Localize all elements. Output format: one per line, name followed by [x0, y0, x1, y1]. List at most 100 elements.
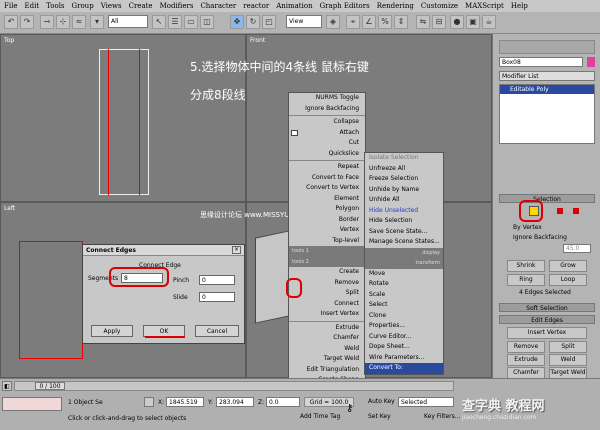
command-panel-tabs[interactable]	[499, 40, 595, 54]
by-angle-input[interactable]: 45.0	[563, 244, 591, 253]
quad-item-repeat[interactable]: Repeat	[289, 162, 365, 173]
modifier-list-select[interactable]: Modifier List	[499, 71, 595, 81]
add-time-tag[interactable]: Add Time Tag	[300, 413, 340, 420]
render-setup-icon[interactable]: ▣	[466, 15, 480, 29]
quad-item-freeze-selection[interactable]: Freeze Selection	[365, 174, 443, 185]
menu-help[interactable]: Help	[511, 2, 528, 10]
polygon-mode-icon[interactable]	[557, 208, 563, 214]
menu-tools[interactable]: Tools	[46, 2, 64, 10]
x-coord-field[interactable]: 1845.519	[166, 397, 204, 407]
grow-button[interactable]: Grow	[549, 260, 587, 272]
move-icon[interactable]: ✥	[230, 15, 244, 29]
time-slider-thumb[interactable]: 0 / 100	[35, 382, 65, 390]
menu-group[interactable]: Group	[72, 2, 94, 10]
quad-item-select[interactable]: Select	[365, 300, 443, 311]
quad-item-unhide-by-name[interactable]: Unhide by Name	[365, 185, 443, 196]
quad-item-connect[interactable]: Connect	[289, 299, 365, 310]
object-color-swatch[interactable]	[587, 57, 595, 67]
quad-item-cut[interactable]: Cut	[289, 138, 365, 149]
quad-item-hide-unselected[interactable]: Hide Unselected	[365, 206, 443, 217]
quad-item-edit-triangulation[interactable]: Edit Triangulation	[289, 365, 365, 376]
menu-reactor[interactable]: reactor	[243, 2, 269, 10]
quad-item-weld[interactable]: Weld	[289, 344, 365, 355]
apply-button[interactable]: Apply	[91, 325, 133, 337]
quad-item-top-level[interactable]: Top-level	[289, 236, 365, 247]
set-key-button[interactable]: Set Key	[368, 413, 391, 420]
key-icon[interactable]: ⚷	[346, 403, 353, 414]
quad-item-element[interactable]: Element	[289, 194, 365, 205]
extrude-button[interactable]: Extrude	[507, 354, 545, 366]
quad-item-isolate-selection[interactable]: Isolate Selection	[365, 153, 443, 164]
snap-icon[interactable]: ⌖	[346, 15, 360, 29]
selection-filter-icon[interactable]: ▾	[90, 15, 104, 29]
quick-render-icon[interactable]: ☕	[482, 15, 496, 29]
slide-input[interactable]: 0	[199, 292, 235, 302]
menu-character[interactable]: Character	[200, 2, 236, 10]
menu-rendering[interactable]: Rendering	[377, 2, 414, 10]
element-mode-icon[interactable]	[573, 208, 579, 214]
close-icon[interactable]: ×	[232, 246, 241, 254]
quad-item-properties[interactable]: Properties...	[365, 321, 443, 332]
z-coord-field[interactable]: 0.0	[266, 397, 300, 407]
menu-animation[interactable]: Animation	[276, 2, 312, 10]
quad-item-wire-parameters[interactable]: Wire Parameters...	[365, 353, 443, 364]
quad-item-dope-sheet[interactable]: Dope Sheet...	[365, 342, 443, 353]
weld-button[interactable]: Weld	[549, 354, 587, 366]
quad-item-convert-to[interactable]: Convert To:	[365, 363, 443, 374]
quad-item-clone[interactable]: Clone	[365, 311, 443, 322]
rotate-icon[interactable]: ↻	[246, 15, 260, 29]
material-editor-icon[interactable]: ●	[450, 15, 464, 29]
quad-item-unhide-all[interactable]: Unhide All	[365, 195, 443, 206]
redo-icon[interactable]: ↷	[20, 15, 34, 29]
object-name-field[interactable]: Box08	[499, 57, 583, 67]
y-coord-field[interactable]: 283.094	[216, 397, 254, 407]
pinch-input[interactable]: 0	[199, 275, 235, 285]
percent-snap-icon[interactable]: %	[378, 15, 392, 29]
insert-vertex-button[interactable]: Insert Vertex	[507, 327, 587, 339]
split-button[interactable]: Split	[549, 341, 587, 353]
loop-button[interactable]: Loop	[549, 274, 587, 286]
quad-item-quickslice[interactable]: Quickslice	[289, 149, 365, 160]
quad-item-vertex[interactable]: Vertex	[289, 225, 365, 236]
quad-item-insert-vertex[interactable]: Insert Vertex	[289, 309, 365, 320]
quad-item-create[interactable]: Create	[289, 267, 365, 278]
stack-item-editable-poly[interactable]: Editable Poly	[500, 85, 594, 94]
quad-item-convert-face[interactable]: Convert to Face	[289, 173, 365, 184]
quad-item-nurms[interactable]: NURMS Toggle	[289, 93, 365, 104]
menu-file[interactable]: File	[4, 2, 17, 10]
quad-item-rotate[interactable]: Rotate	[365, 279, 443, 290]
menu-modifiers[interactable]: Modifiers	[160, 2, 194, 10]
menu-customize[interactable]: Customize	[421, 2, 458, 10]
key-mode-select[interactable]: Selected	[398, 397, 454, 407]
soft-selection-rollout-header[interactable]: Soft Selection	[499, 303, 595, 312]
quad-item-collapse[interactable]: Collapse	[289, 117, 365, 128]
time-slider-icon[interactable]: ◧	[2, 381, 12, 391]
mirror-icon[interactable]: ⇋	[416, 15, 430, 29]
key-filters-button[interactable]: Key Filters...	[424, 413, 461, 420]
lock-selection-icon[interactable]	[144, 397, 154, 407]
menu-graph-editors[interactable]: Graph Editors	[320, 2, 370, 10]
quad-item-save-scene-state[interactable]: Save Scene State...	[365, 227, 443, 238]
quad-item-unfreeze-all[interactable]: Unfreeze All	[365, 164, 443, 175]
align-icon[interactable]: ⊟	[432, 15, 446, 29]
menu-create[interactable]: Create	[129, 2, 153, 10]
menu-views[interactable]: Views	[101, 2, 122, 10]
quad-item-manage-scene-states[interactable]: Manage Scene States...	[365, 237, 443, 248]
quad-item-attach[interactable]: Attach	[289, 128, 365, 139]
menu-maxscript[interactable]: MAXScript	[465, 2, 504, 10]
link-icon[interactable]: ⊸	[40, 15, 54, 29]
menu-edit[interactable]: Edit	[24, 2, 39, 10]
scale-icon[interactable]: ◰	[262, 15, 276, 29]
maxscript-listener[interactable]	[2, 397, 62, 411]
auto-key-button[interactable]: Auto Key	[368, 398, 395, 405]
quad-item-target-weld[interactable]: Target Weld	[289, 354, 365, 365]
ring-button[interactable]: Ring	[507, 274, 545, 286]
quad-item-convert-vertex[interactable]: Convert to Vertex	[289, 183, 365, 194]
reference-coord-select[interactable]: View	[286, 15, 322, 28]
quad-item-border[interactable]: Border	[289, 215, 365, 226]
rect-selection-icon[interactable]: ▭	[184, 15, 198, 29]
time-slider[interactable]: 0 / 100	[14, 381, 454, 391]
spinner-snap-icon[interactable]: ⇕	[394, 15, 408, 29]
quad-item-chamfer[interactable]: Chamfer	[289, 333, 365, 344]
cancel-button[interactable]: Cancel	[195, 325, 239, 337]
